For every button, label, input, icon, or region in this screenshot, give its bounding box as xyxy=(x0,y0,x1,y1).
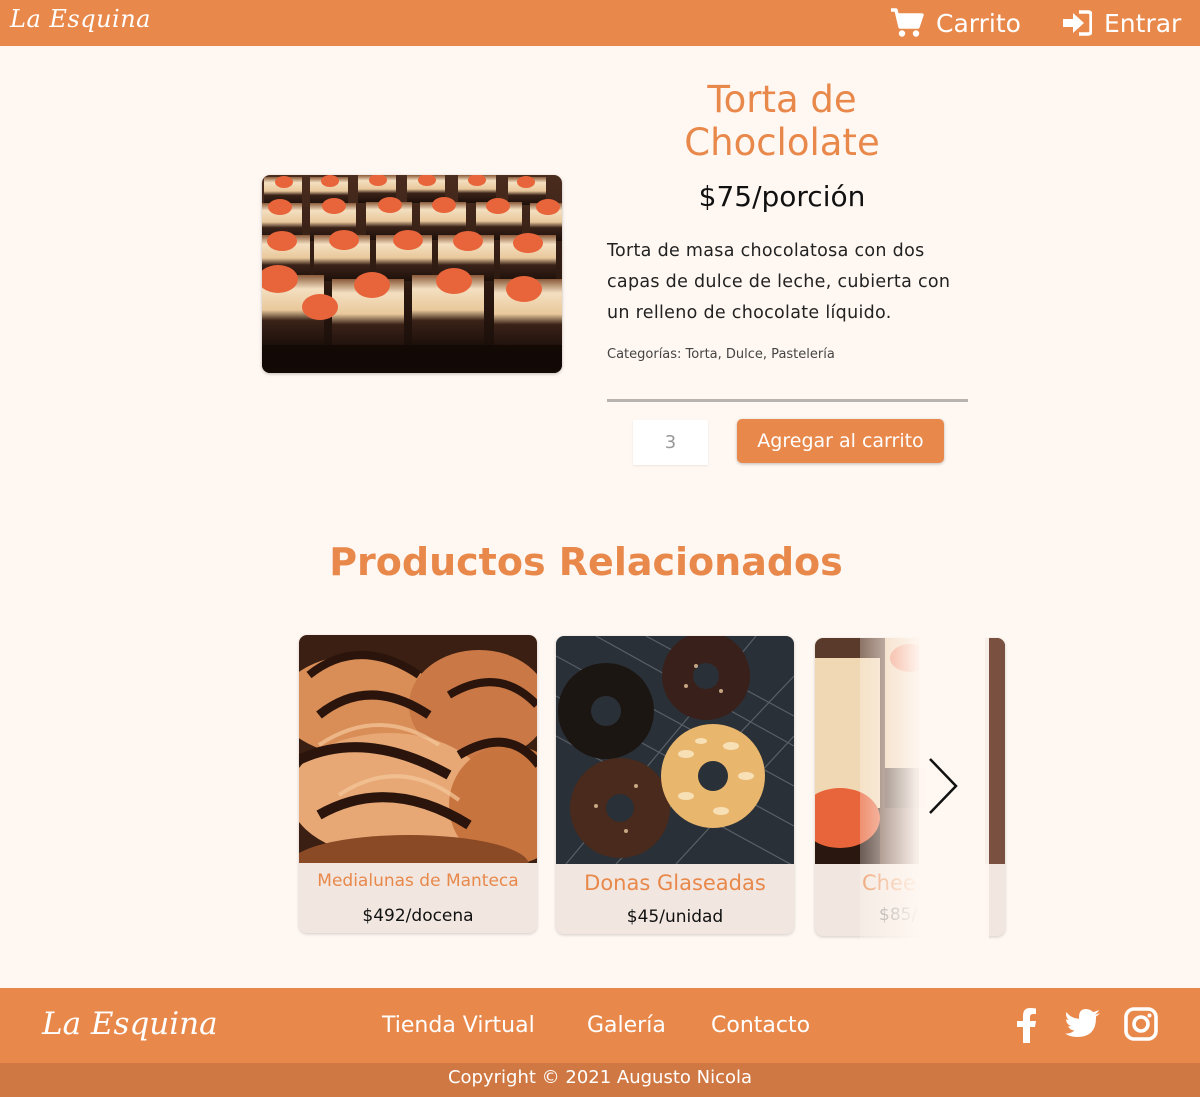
cart-label: Carrito xyxy=(936,8,1021,38)
cart-button[interactable]: Carrito xyxy=(890,0,1021,46)
donuts-image xyxy=(556,636,794,864)
footer-logo[interactable]: La Esquina xyxy=(42,1006,218,1042)
facebook-link[interactable] xyxy=(1013,1007,1039,1047)
footer: La Esquina Tienda Virtual Galería Contac… xyxy=(0,988,1200,1063)
related-product-card[interactable]: Donas Glaseadas $45/unidad xyxy=(556,636,794,934)
footer-link-gallery[interactable]: Galería xyxy=(587,1013,666,1038)
divider xyxy=(607,399,968,402)
product-title-line-1: Torta de xyxy=(707,78,857,121)
related-product-card[interactable]: Chee $85/ xyxy=(815,638,1005,936)
add-to-cart-button[interactable]: Agregar al carrito xyxy=(737,419,944,463)
instagram-icon xyxy=(1124,1007,1158,1041)
cheesecake-image xyxy=(815,638,1005,866)
croissants-image xyxy=(299,635,537,863)
carousel-next-button[interactable] xyxy=(924,756,962,816)
product-title-line-2: Choclolate xyxy=(684,121,880,164)
related-product-price: $492/docena xyxy=(362,906,474,926)
footer-link-contact[interactable]: Contacto xyxy=(711,1013,810,1038)
quantity-input[interactable] xyxy=(633,420,708,465)
copyright: Copyright © 2021 Augusto Nicola xyxy=(0,1063,1200,1097)
related-product-name: Donas Glaseadas xyxy=(584,871,766,895)
product-price: $75/porción xyxy=(698,180,866,213)
footer-link-store[interactable]: Tienda Virtual xyxy=(382,1013,535,1038)
product-categories: Categorías: Torta, Dulce, Pastelería xyxy=(607,347,835,362)
top-navbar: La Esquina Carrito Entrar xyxy=(0,0,1200,46)
related-product-price: $85/ xyxy=(879,905,918,925)
related-product-name: Chee xyxy=(862,871,916,895)
product-image xyxy=(262,175,562,373)
shopping-cart-icon xyxy=(891,8,924,37)
sign-in-icon xyxy=(1063,10,1092,36)
login-button[interactable]: Entrar xyxy=(1062,0,1181,46)
site-logo[interactable]: La Esquina xyxy=(10,5,151,33)
related-products-heading: Productos Relacionados xyxy=(329,540,843,584)
product-title: Torta de Choclolate xyxy=(600,78,964,164)
facebook-icon xyxy=(1017,1008,1036,1043)
login-label: Entrar xyxy=(1104,8,1182,38)
instagram-link[interactable] xyxy=(1124,1007,1158,1045)
twitter-icon xyxy=(1065,1009,1100,1037)
chevron-right-icon xyxy=(929,758,958,814)
related-product-price: $45/unidad xyxy=(626,907,724,927)
related-product-card[interactable]: Medialunas de Manteca $492/docena xyxy=(299,635,537,933)
twitter-link[interactable] xyxy=(1065,1007,1101,1045)
related-product-name: Medialunas de Manteca xyxy=(317,871,519,891)
product-description: Torta de masa chocolatosa con dos capas … xyxy=(607,241,951,323)
